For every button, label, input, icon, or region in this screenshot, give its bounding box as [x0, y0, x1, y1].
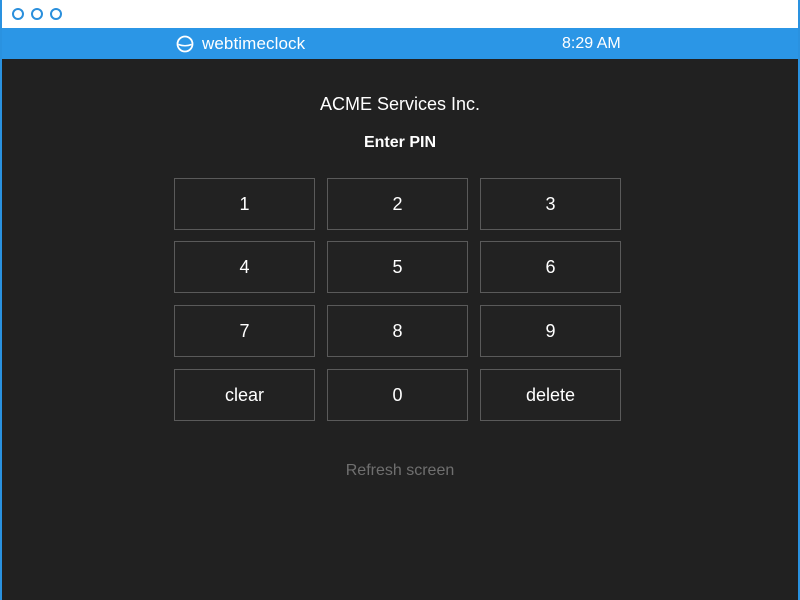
key-4-button[interactable]: 4 — [174, 241, 315, 293]
window-titlebar — [2, 0, 798, 28]
key-1-button[interactable]: 1 — [174, 178, 315, 230]
key-5-button[interactable]: 5 — [327, 241, 468, 293]
refresh-screen-link[interactable]: Refresh screen — [2, 462, 798, 480]
app-header-bar: webtimeclock 8:29 AM — [2, 28, 798, 59]
window-minimize-dot-icon[interactable] — [31, 8, 43, 20]
delete-button[interactable]: delete — [480, 369, 621, 421]
key-2-button[interactable]: 2 — [327, 178, 468, 230]
clock-logo-icon — [176, 35, 194, 53]
window-maximize-dot-icon[interactable] — [50, 8, 62, 20]
key-0-button[interactable]: 0 — [327, 369, 468, 421]
current-time: 8:29 AM — [562, 35, 621, 52]
clear-button[interactable]: clear — [174, 369, 315, 421]
key-9-button[interactable]: 9 — [480, 305, 621, 357]
app-window: webtimeclock 8:29 AM ACME Services Inc. … — [0, 0, 800, 600]
company-name: ACME Services Inc. — [319, 94, 481, 114]
key-8-button[interactable]: 8 — [327, 305, 468, 357]
key-6-button[interactable]: 6 — [480, 241, 621, 293]
brand: webtimeclock — [176, 33, 305, 55]
key-7-button[interactable]: 7 — [174, 305, 315, 357]
key-3-button[interactable]: 3 — [480, 178, 621, 230]
brand-name: webtimeclock — [202, 34, 306, 53]
pin-prompt: Enter PIN — [363, 134, 436, 151]
window-close-dot-icon[interactable] — [12, 8, 24, 20]
